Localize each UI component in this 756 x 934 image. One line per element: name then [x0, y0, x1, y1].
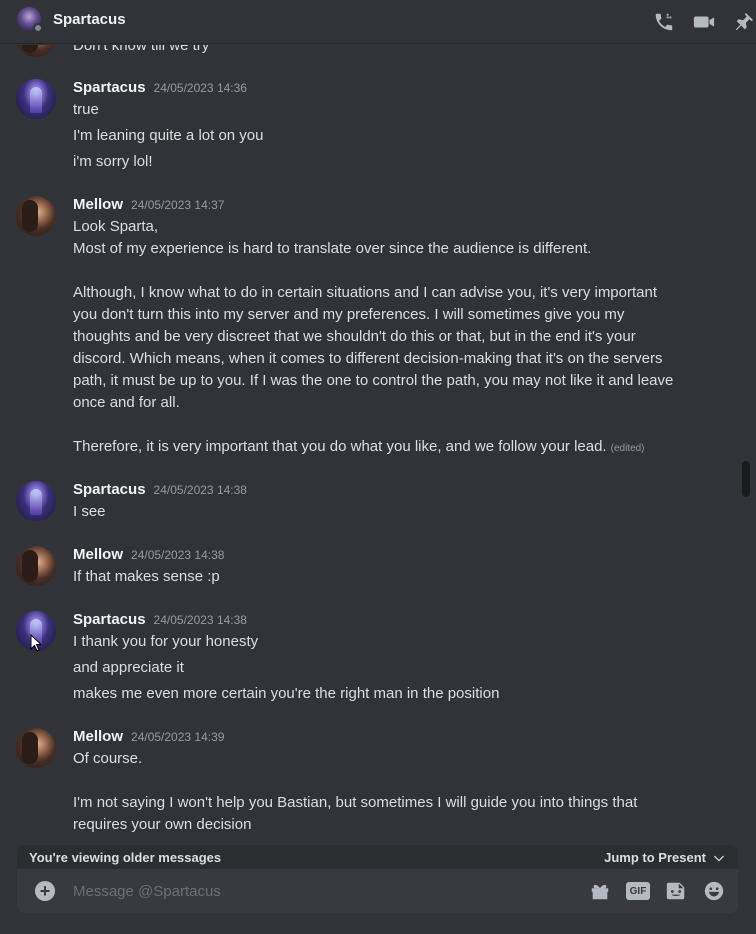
message-timestamp: 24/05/2023 14:38 [153, 613, 247, 627]
avatar[interactable] [16, 546, 56, 586]
add-attachment-icon[interactable]: + [35, 881, 55, 901]
message-text: and appreciate it [73, 659, 184, 676]
message-text: I thank you for your honesty [73, 633, 259, 650]
message-author[interactable]: Spartacus [73, 481, 146, 498]
message-text: I see [73, 503, 106, 520]
emoji-icon[interactable] [702, 879, 726, 903]
message-input[interactable] [73, 879, 553, 903]
older-messages-banner: You're viewing older messages Jump to Pr… [17, 845, 738, 869]
avatar[interactable] [16, 481, 56, 521]
mouse-cursor-icon [30, 634, 42, 652]
avatar[interactable] [16, 79, 56, 119]
message-text: Don't know till we try [73, 45, 210, 54]
message-timestamp: 24/05/2023 14:37 [131, 198, 225, 212]
message-text: Of course. [73, 750, 143, 767]
gif-label: GIF [626, 882, 650, 900]
message-text: discord. Which means, when it comes to d… [73, 350, 663, 367]
chevron-down-icon [714, 855, 724, 861]
message-text: path, it must be up to you. If I was the… [73, 372, 674, 389]
composer-actions: GIF [574, 879, 726, 903]
older-messages-text: You're viewing older messages [29, 850, 222, 865]
jump-to-present-button[interactable]: Jump to Present [604, 850, 726, 865]
message-author[interactable]: Mellow [73, 546, 123, 563]
message-text: I'm not saying I won't help you Bastian,… [73, 794, 638, 811]
header-toolbar [636, 10, 756, 34]
message-text: Look Sparta, [73, 218, 159, 235]
edited-tag: (edited) [610, 443, 645, 454]
video-call-icon[interactable] [692, 10, 716, 34]
message-author[interactable]: Mellow [73, 728, 123, 745]
message-text: If that makes sense :p [73, 568, 220, 585]
channel-header: Spartacus [0, 0, 756, 44]
pin-icon[interactable] [732, 10, 756, 34]
message-author[interactable]: Mellow [73, 196, 123, 213]
message-text: thoughts and be very discreet that we sh… [73, 328, 636, 345]
message-text: Most of my experience is hard to transla… [73, 240, 592, 257]
status-indicator-icon [33, 23, 43, 33]
message-composer: + GIF [17, 869, 738, 913]
message-text: you don't turn this into my server and m… [73, 306, 625, 323]
message-text: Therefore, it is very important that you… [73, 436, 645, 460]
message-text: once and for all. [73, 394, 180, 411]
message-timestamp: 24/05/2023 14:36 [153, 81, 247, 95]
gift-icon[interactable] [588, 879, 612, 903]
message-text-content: Therefore, it is very important that you… [73, 438, 607, 455]
sticker-icon[interactable] [664, 879, 688, 903]
message-text: makes me even more certain you're the ri… [73, 685, 500, 702]
message-text: I'm leaning quite a lot on you [73, 127, 264, 144]
avatar[interactable] [16, 45, 56, 57]
dm-title[interactable]: Spartacus [53, 11, 126, 28]
avatar[interactable] [16, 196, 56, 236]
message-timestamp: 24/05/2023 14:38 [153, 483, 247, 497]
message-text: i'm sorry lol! [73, 153, 153, 170]
avatar[interactable] [16, 728, 56, 768]
message-text: true [73, 101, 99, 118]
message-author[interactable]: Spartacus [73, 611, 146, 628]
message-author[interactable]: Spartacus [73, 79, 146, 96]
message-timestamp: 24/05/2023 14:38 [131, 548, 225, 562]
message-list[interactable]: Don't know till we try Spartacus 24/05/2… [0, 45, 756, 845]
message-timestamp: 24/05/2023 14:39 [131, 730, 225, 744]
jump-to-present-label: Jump to Present [604, 850, 706, 865]
gif-icon[interactable]: GIF [626, 879, 650, 903]
scrollbar-thumb[interactable] [742, 461, 750, 497]
phone-call-icon[interactable] [652, 10, 676, 34]
message-text: Although, I know what to do in certain s… [73, 284, 658, 301]
message-text: requires your own decision [73, 816, 252, 833]
